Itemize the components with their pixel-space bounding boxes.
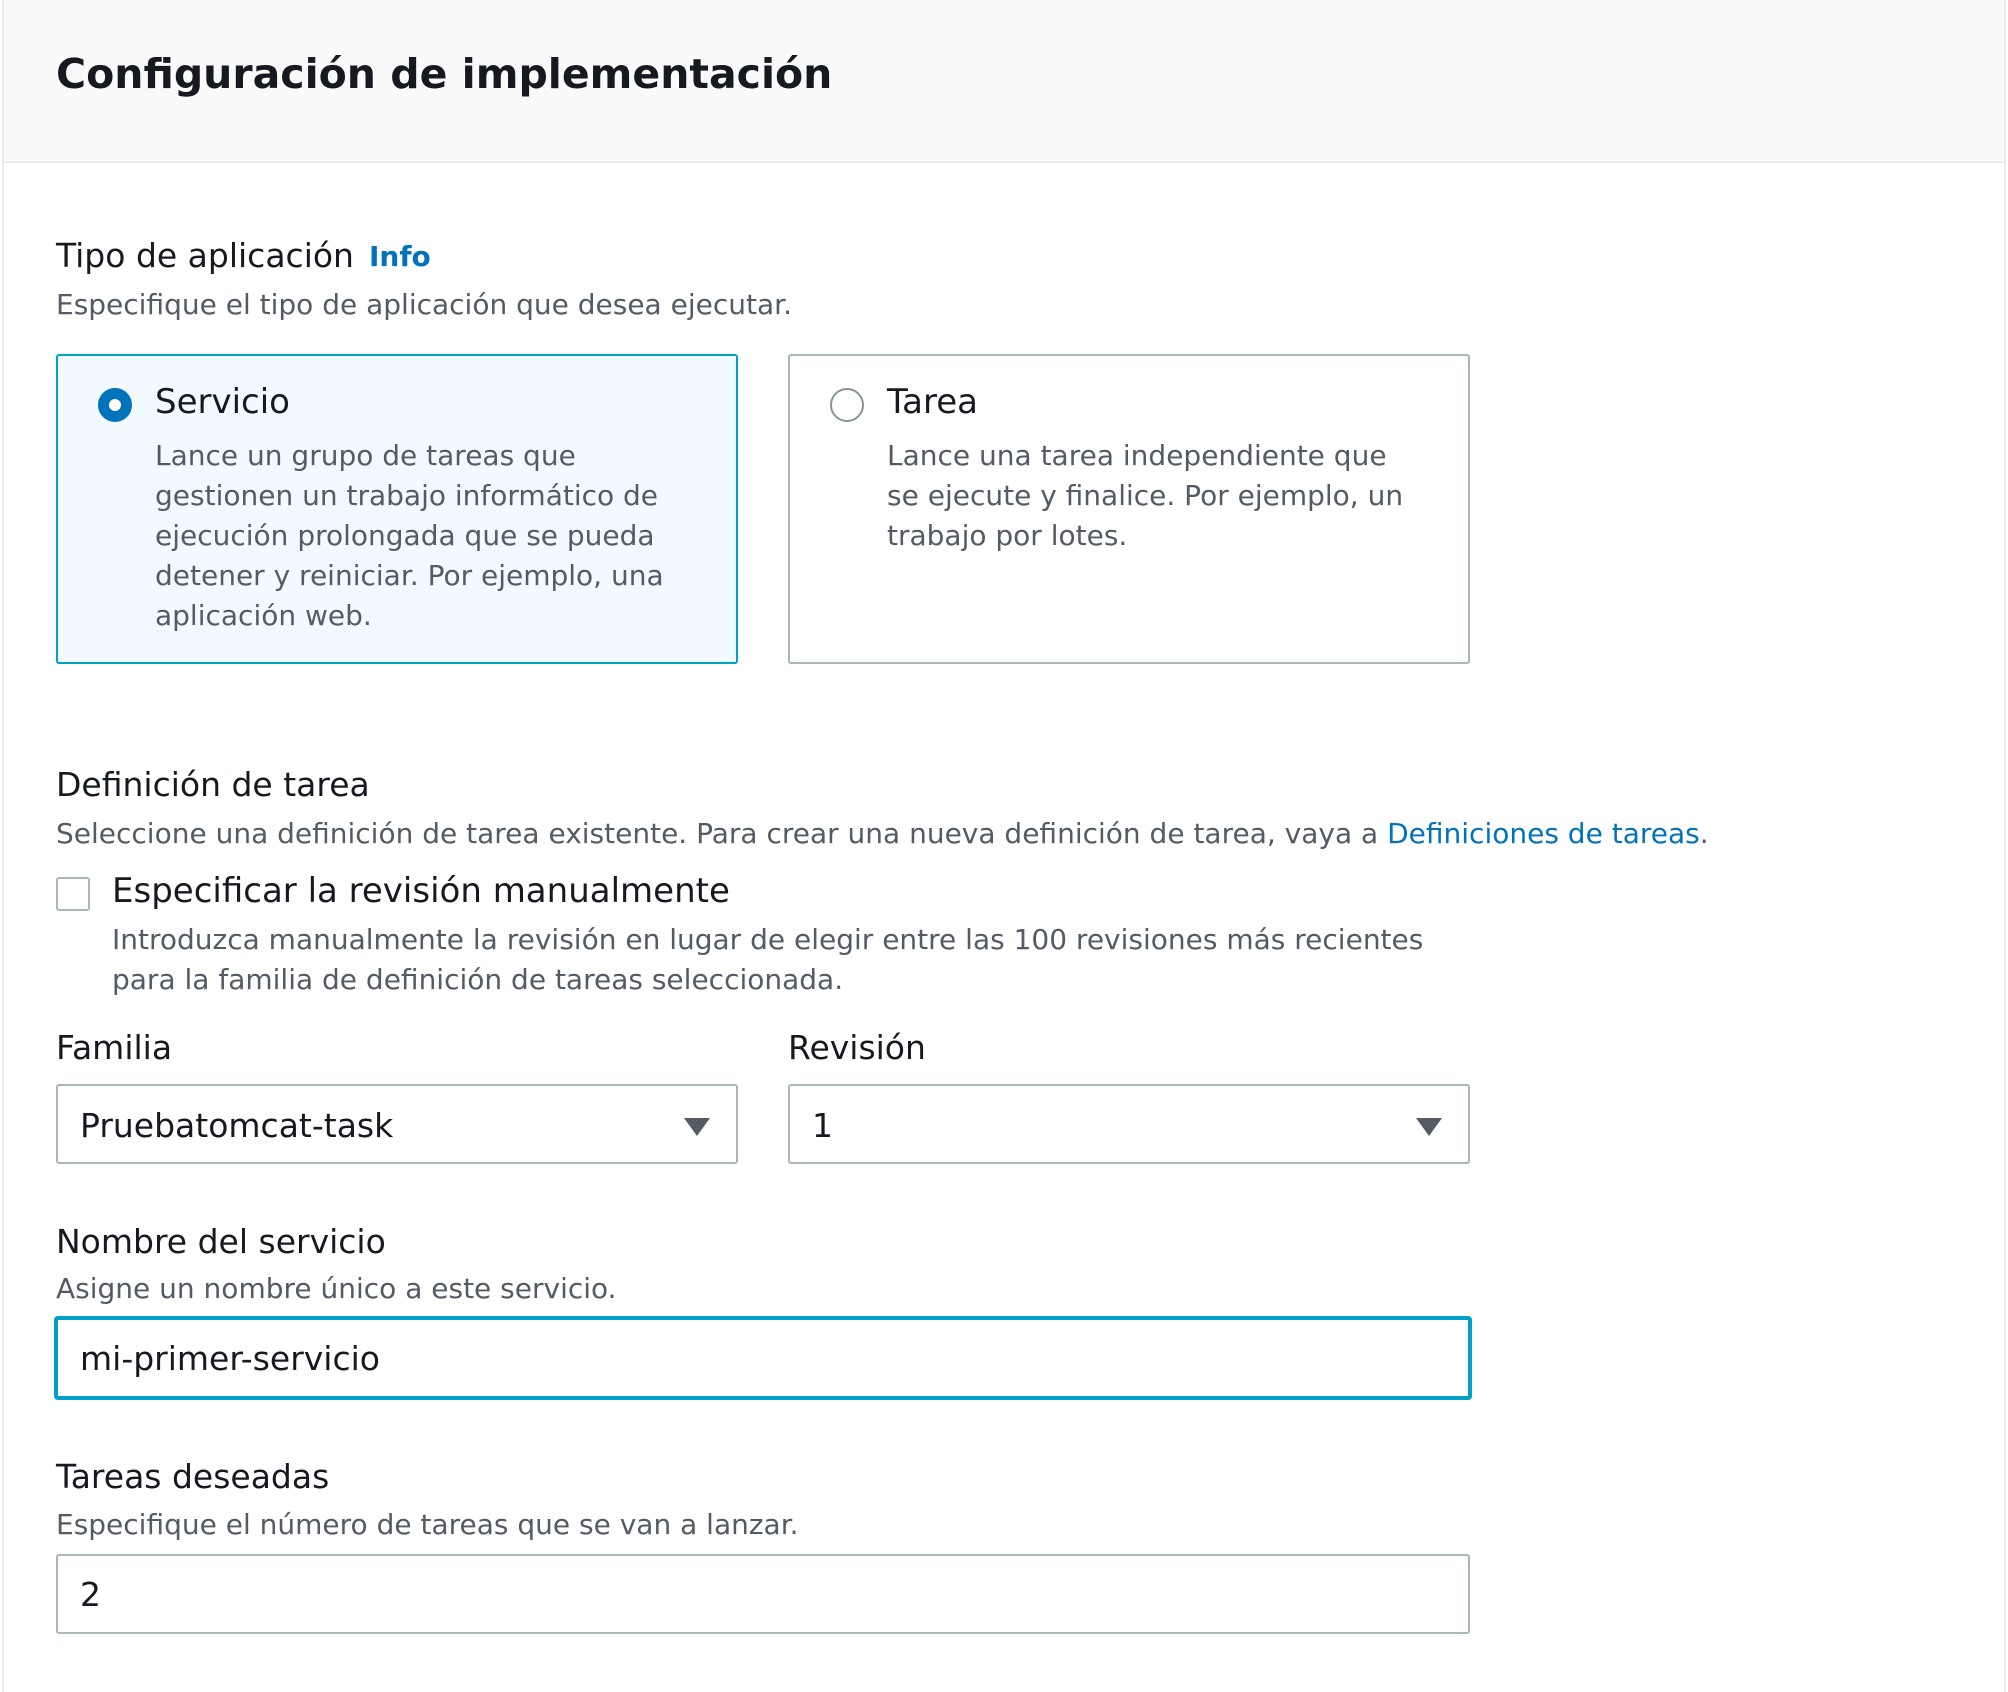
task-definitions-link[interactable]: Definiciones de tareas xyxy=(1387,817,1700,850)
radio-selected-icon[interactable] xyxy=(98,388,132,422)
service-name-input[interactable] xyxy=(55,1317,1471,1399)
caret-down-icon xyxy=(1416,1118,1442,1136)
revision-value: 1 xyxy=(812,1106,833,1145)
option-description: Lance una tarea independiente que se eje… xyxy=(887,439,1404,552)
app-type-description: Especifique el tipo de aplicación que de… xyxy=(56,288,792,321)
description-suffix: . xyxy=(1699,817,1709,850)
deployment-config-panel: Configuración de implementación Tipo de … xyxy=(2,0,2006,1692)
service-name-label: Nombre del servicio xyxy=(56,1222,386,1261)
family-label: Familia xyxy=(56,1028,173,1067)
manual-revision-label[interactable]: Especificar la revisión manualmente xyxy=(112,871,730,911)
family-value: Pruebatomcat-task xyxy=(80,1106,394,1145)
caret-down-icon xyxy=(684,1118,710,1136)
app-type-option-service[interactable]: Servicio Lance un grupo de tareas que ge… xyxy=(56,354,738,664)
panel-header: Configuración de implementación xyxy=(4,0,2004,163)
description-text: Seleccione una definición de tarea exist… xyxy=(56,817,1388,850)
option-title: Servicio xyxy=(155,382,290,422)
manual-revision-description: Introduzca manualmente la revisión en lu… xyxy=(112,923,1424,996)
desired-tasks-input[interactable] xyxy=(56,1554,1470,1634)
app-type-label: Tipo de aplicación xyxy=(56,236,354,275)
revision-select[interactable]: 1 xyxy=(788,1084,1470,1164)
revision-label: Revisión xyxy=(788,1028,926,1067)
manual-revision-checkbox[interactable] xyxy=(56,877,90,911)
page-title: Configuración de implementación xyxy=(56,50,833,98)
radio-unselected-icon[interactable] xyxy=(830,388,864,422)
app-type-option-task[interactable]: Tarea Lance una tarea independiente que … xyxy=(788,354,1470,664)
option-title: Tarea xyxy=(887,382,978,422)
task-definition-description: Seleccione una definición de tarea exist… xyxy=(56,817,1709,850)
desired-tasks-description: Especifique el número de tareas que se v… xyxy=(56,1508,799,1541)
family-select[interactable]: Pruebatomcat-task xyxy=(56,1084,738,1164)
option-description: Lance un grupo de tareas que gestionen u… xyxy=(155,439,664,632)
service-name-description: Asigne un nombre único a este servicio. xyxy=(56,1272,617,1305)
desired-tasks-label: Tareas deseadas xyxy=(56,1457,330,1496)
info-link[interactable]: Info xyxy=(369,240,431,273)
task-definition-label: Definición de tarea xyxy=(56,765,370,804)
